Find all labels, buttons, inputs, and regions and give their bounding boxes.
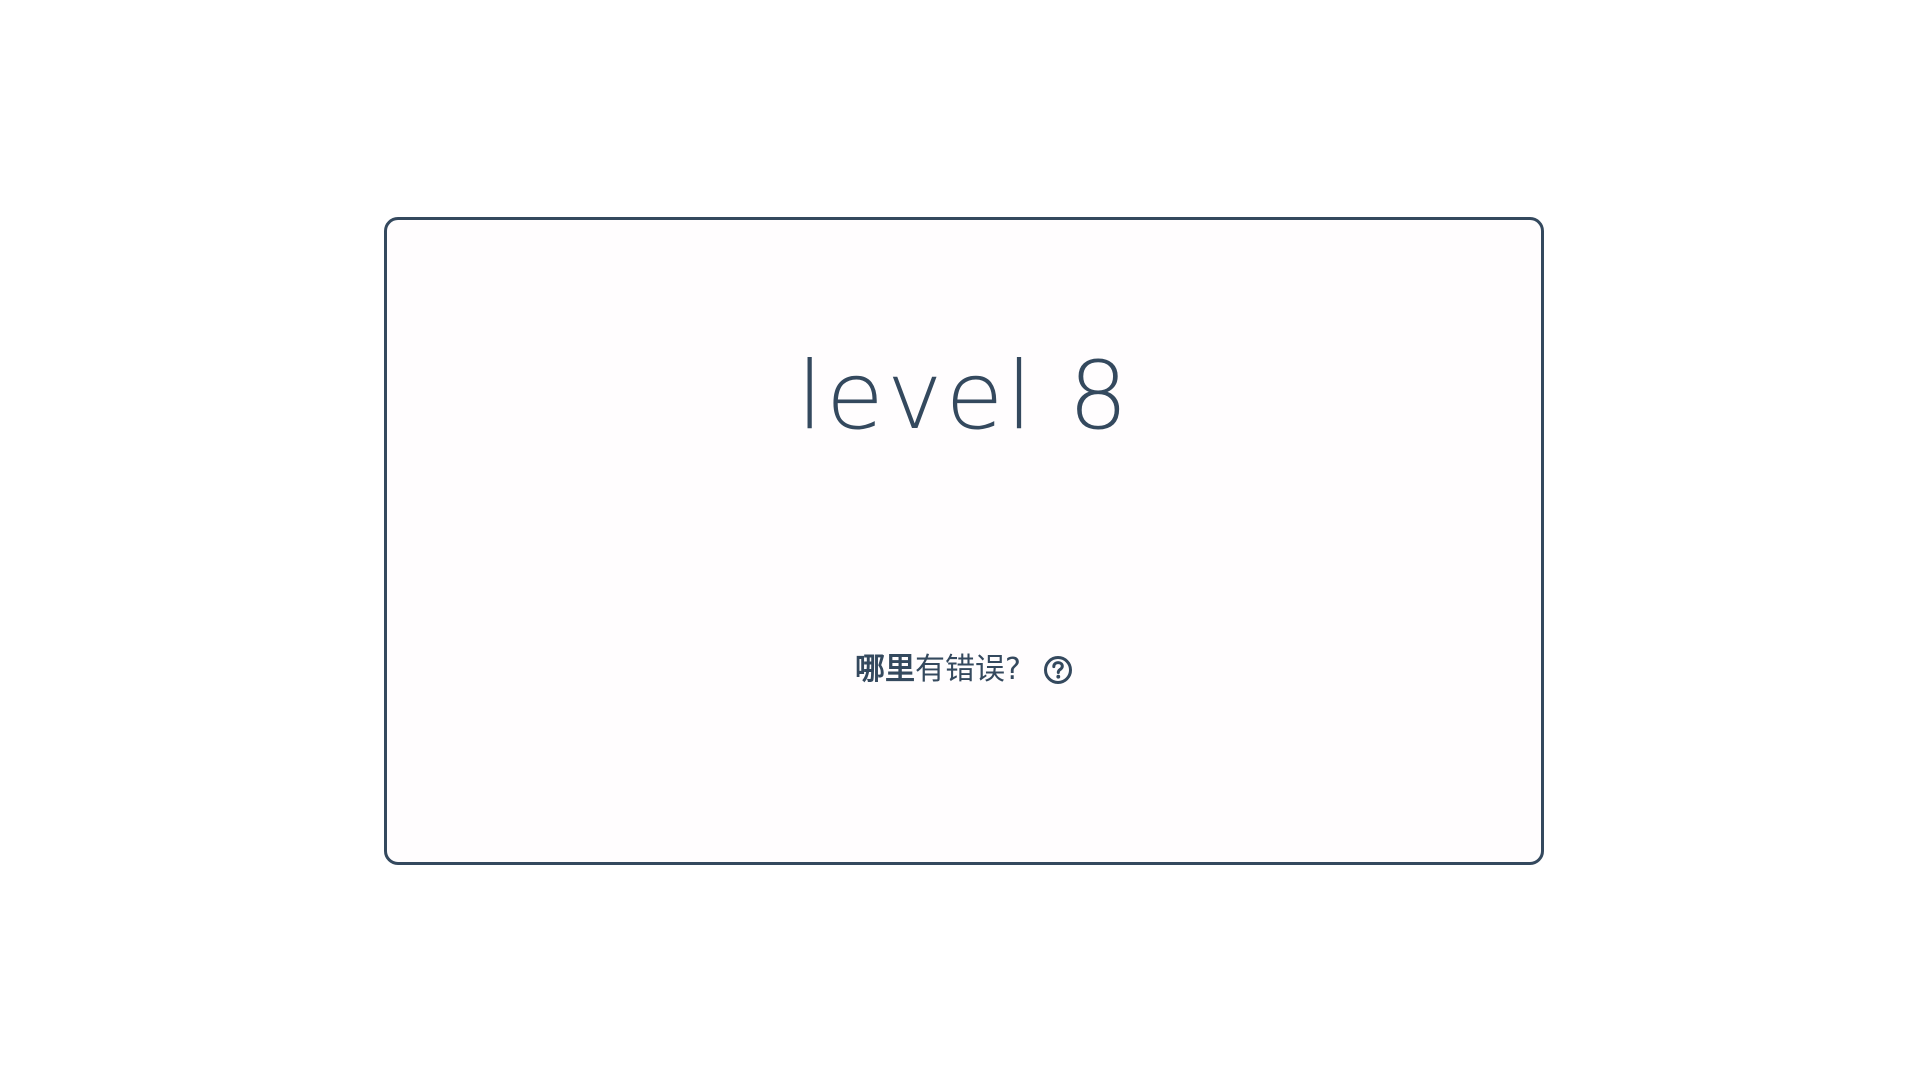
level-title: level 8 [796, 342, 1132, 451]
page: level 8 哪里 有错误? [0, 0, 1920, 1080]
question-strong-text: 哪里 [855, 652, 916, 687]
question-rest-text: 有错误? [915, 652, 1021, 687]
level-card: level 8 哪里 有错误? [384, 217, 1544, 865]
help-question-icon[interactable] [1043, 655, 1073, 685]
question-circle-icon [1043, 656, 1072, 684]
question-line: 哪里 有错误? [387, 655, 1541, 685]
